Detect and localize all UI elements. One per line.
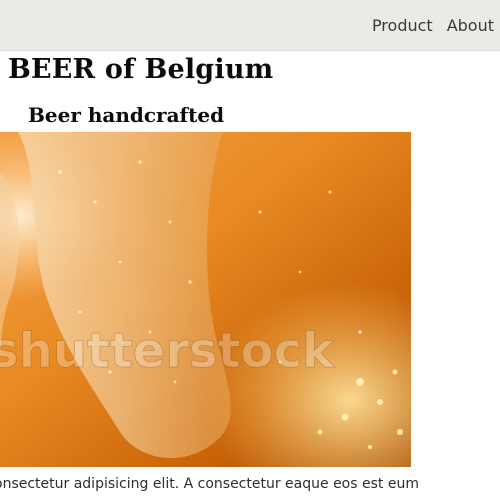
nav-item-product[interactable]: Product — [372, 17, 433, 34]
nav-item-about[interactable]: About — [447, 17, 494, 34]
top-navbar: Product About — [0, 0, 500, 51]
beer-photo-illustration: shutterstock — [0, 132, 411, 467]
body-paragraph: onsectetur adipisicing elit. A consectet… — [0, 476, 419, 492]
page-subtitle: Beer handcrafted — [28, 103, 225, 127]
hero-beer-image: shutterstock — [0, 132, 411, 467]
page: Product About BEER of Belgium Beer handc… — [0, 0, 500, 500]
page-title: BEER of Belgium — [8, 54, 274, 85]
nav-links: Product About — [372, 0, 500, 51]
watermark-text: shutterstock — [0, 323, 335, 379]
